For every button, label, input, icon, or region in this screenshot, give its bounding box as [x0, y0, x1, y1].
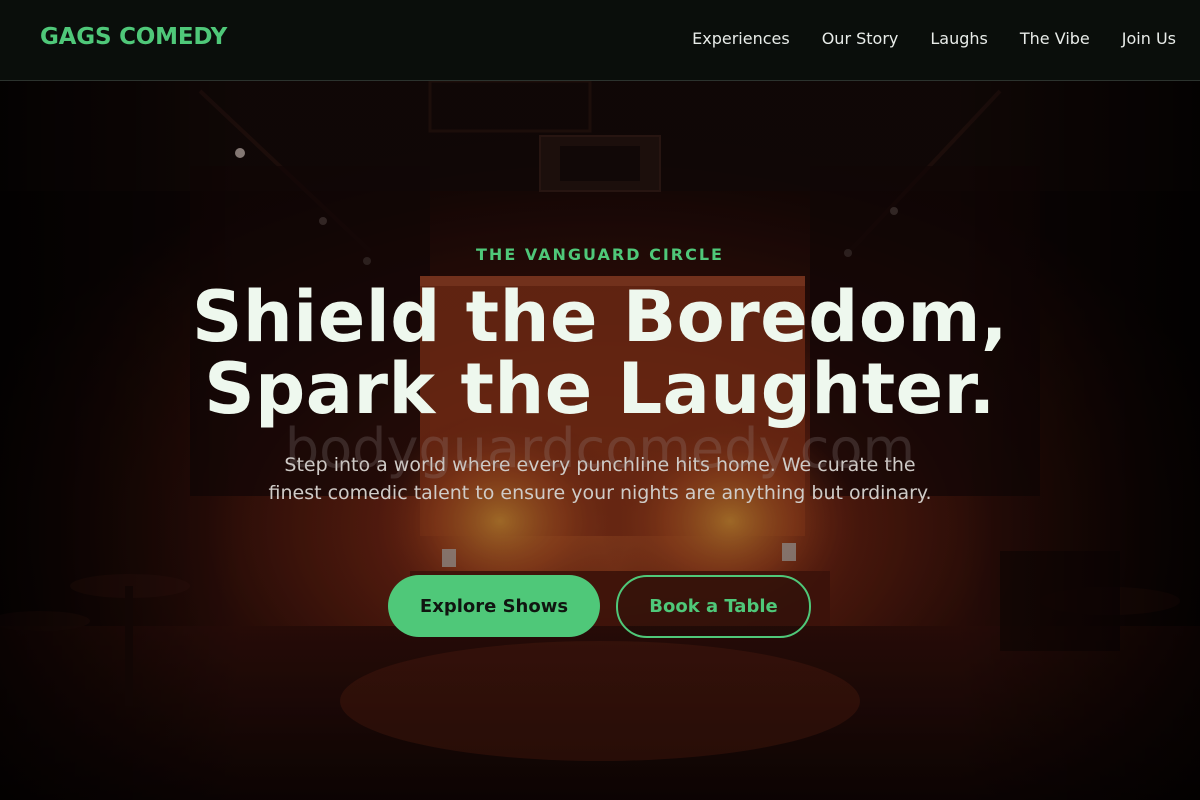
explore-shows-button[interactable]: Explore Shows [388, 575, 600, 637]
brand-logo[interactable]: GAGS COMEDY [40, 24, 227, 50]
hero-eyebrow: THE VANGUARD CIRCLE [476, 245, 724, 264]
nav-item-join-us[interactable]: Join Us [1122, 29, 1176, 49]
nav-item-laughs[interactable]: Laughs [930, 29, 988, 49]
hero-content: THE VANGUARD CIRCLE Shield the Boredom, … [0, 81, 1200, 800]
site-header: GAGS COMEDY Experiences Our Story Laughs… [0, 0, 1200, 81]
watermark-text: bodyguardcomedy.com [284, 417, 916, 480]
hero-headline-line-1: Shield the Boredom, [191, 276, 1008, 358]
hero-headline: Shield the Boredom, Spark the Laughter. [0, 281, 1200, 425]
hero-section: THE VANGUARD CIRCLE Shield the Boredom, … [0, 81, 1200, 800]
landing-page: GAGS COMEDY Experiences Our Story Laughs… [0, 0, 1200, 800]
nav-item-the-vibe[interactable]: The Vibe [1020, 29, 1090, 49]
book-table-button[interactable]: Book a Table [616, 575, 811, 638]
main-nav: Experiences Our Story Laughs The Vibe Jo… [692, 29, 1176, 49]
nav-item-experiences[interactable]: Experiences [692, 29, 790, 49]
hero-headline-line-2: Spark the Laughter. [204, 348, 996, 430]
nav-item-our-story[interactable]: Our Story [822, 29, 899, 49]
